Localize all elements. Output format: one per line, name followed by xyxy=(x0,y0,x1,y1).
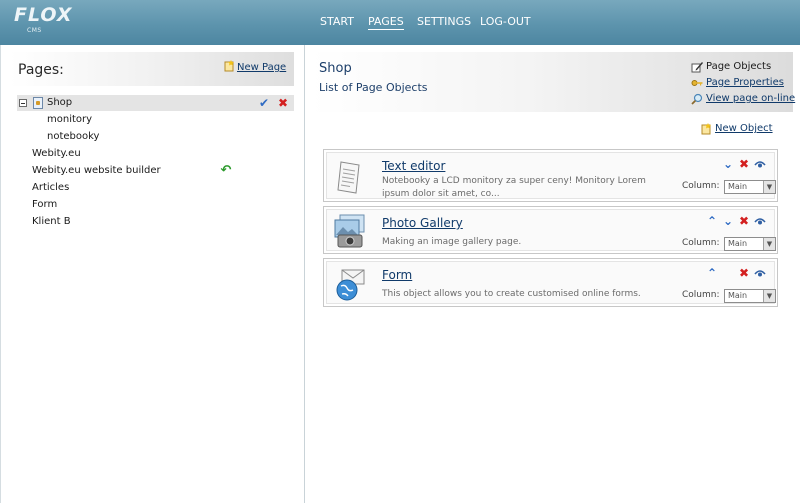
top-header: FLOX CMS START PAGES SETTINGS LOG-OUT xyxy=(0,0,800,45)
tree-item-label: monitory xyxy=(47,114,93,125)
pages-panel-header: Pages: New Page xyxy=(10,52,294,86)
page-object-photo-gallery: Photo Gallery Making an image gallery pa… xyxy=(323,206,778,254)
document-icon xyxy=(333,159,369,195)
object-description: This object allows you to create customi… xyxy=(382,289,641,299)
page-object-form: Form This object allows you to create cu… xyxy=(323,258,778,307)
tree-item-label: notebooky xyxy=(47,131,100,142)
page-object-text-editor: Text editor Notebooky a LCD monitory za … xyxy=(323,149,778,202)
key-icon xyxy=(691,77,703,89)
tree-item-label: Webity.eu website builder xyxy=(32,165,161,176)
logo-text: FLOX xyxy=(14,4,73,26)
nav-logout[interactable]: LOG-OUT xyxy=(480,15,531,28)
column-label: Column: xyxy=(682,181,720,191)
move-down-icon[interactable]: ⌄ xyxy=(722,158,734,170)
undo-arrow-icon[interactable]: ↶ xyxy=(220,164,232,177)
page-properties-label: Page Properties xyxy=(706,77,784,88)
tree-item-label: Form xyxy=(32,199,58,210)
view-online-label: View page on-line xyxy=(706,93,796,104)
column-select[interactable]: Main ▼ xyxy=(724,289,776,303)
pages-panel: Pages: New Page Shop ✔ ✖ monitory notebo… xyxy=(0,45,305,503)
move-up-icon[interactable]: ⌃ xyxy=(706,215,718,227)
object-actions: ⌄ ✖ xyxy=(706,158,766,172)
confirm-check-icon[interactable]: ✔ xyxy=(258,97,270,109)
column-select[interactable]: Main ▼ xyxy=(724,237,776,251)
object-actions: ⌃ ⌄ ✖ xyxy=(706,215,766,229)
column-label: Column: xyxy=(682,290,720,300)
visibility-icon[interactable] xyxy=(754,267,766,279)
visibility-icon[interactable] xyxy=(754,158,766,170)
page-title: Shop xyxy=(319,61,352,76)
tree-item-label: Shop xyxy=(47,97,73,108)
move-down-icon[interactable]: ⌄ xyxy=(722,215,734,227)
camera-icon xyxy=(333,213,369,249)
delete-icon[interactable]: ✖ xyxy=(738,158,750,170)
object-title-link[interactable]: Photo Gallery xyxy=(382,216,463,230)
visibility-icon[interactable] xyxy=(754,215,766,227)
object-title-link[interactable]: Text editor xyxy=(382,159,445,173)
tree-item-webity[interactable]: Webity.eu xyxy=(17,146,294,162)
tree-item-articles[interactable]: Articles xyxy=(17,180,294,196)
nav-pages[interactable]: PAGES xyxy=(368,15,404,30)
tree-item-label: Webity.eu xyxy=(32,148,81,159)
tree-item-webity-builder[interactable]: Webity.eu website builder ↶ xyxy=(17,163,294,179)
tree-item-label: Articles xyxy=(32,182,70,193)
nav-settings[interactable]: SETTINGS xyxy=(417,15,471,28)
tree-item-monitory[interactable]: monitory xyxy=(17,112,294,128)
logo-subtitle: CMS xyxy=(27,27,42,34)
column-select-value: Main xyxy=(728,182,748,191)
new-page-icon[interactable] xyxy=(223,60,235,72)
column-select[interactable]: Main ▼ xyxy=(724,180,776,194)
move-up-icon[interactable]: ⌃ xyxy=(706,267,718,279)
pages-title: Pages: xyxy=(18,62,64,78)
globe-mail-icon xyxy=(333,266,369,302)
page-icon xyxy=(33,97,43,109)
pencil-icon xyxy=(691,61,703,73)
delete-icon[interactable]: ✖ xyxy=(738,215,750,227)
tree-item-form[interactable]: Form xyxy=(17,197,294,213)
tree-item-shop[interactable]: Shop ✔ ✖ xyxy=(17,95,294,111)
tree-item-notebooky[interactable]: notebooky xyxy=(17,129,294,145)
delete-icon[interactable]: ✖ xyxy=(277,97,289,109)
magnifier-icon xyxy=(691,93,703,105)
column-select-value: Main xyxy=(728,239,748,248)
chevron-down-icon: ▼ xyxy=(763,181,775,193)
new-object-icon[interactable] xyxy=(700,123,712,135)
column-select-value: Main xyxy=(728,291,748,300)
page-objects-panel: Shop List of Page Objects Page Objects P… xyxy=(307,45,800,503)
chevron-down-icon: ▼ xyxy=(763,238,775,250)
page-subtitle: List of Page Objects xyxy=(319,81,428,94)
page-objects-header: Shop List of Page Objects Page Objects P… xyxy=(311,52,796,112)
object-description: Making an image gallery page. xyxy=(382,237,522,247)
delete-icon[interactable]: ✖ xyxy=(738,267,750,279)
page-objects-label: Page Objects xyxy=(706,61,772,72)
tree-item-klient-b[interactable]: Klient B xyxy=(17,214,294,230)
object-title-link[interactable]: Form xyxy=(382,268,412,282)
column-label: Column: xyxy=(682,238,720,248)
nav-start[interactable]: START xyxy=(320,15,354,28)
new-object-link[interactable]: New Object xyxy=(715,123,773,134)
new-page-link[interactable]: New Page xyxy=(237,62,286,73)
chevron-down-icon: ▼ xyxy=(763,290,775,302)
tree-item-label: Klient B xyxy=(32,216,71,227)
collapse-toggle[interactable] xyxy=(19,99,27,107)
object-description: Notebooky a LCD monitory za super ceny! … xyxy=(382,176,646,199)
object-actions: ⌃ ✖ xyxy=(706,267,766,281)
